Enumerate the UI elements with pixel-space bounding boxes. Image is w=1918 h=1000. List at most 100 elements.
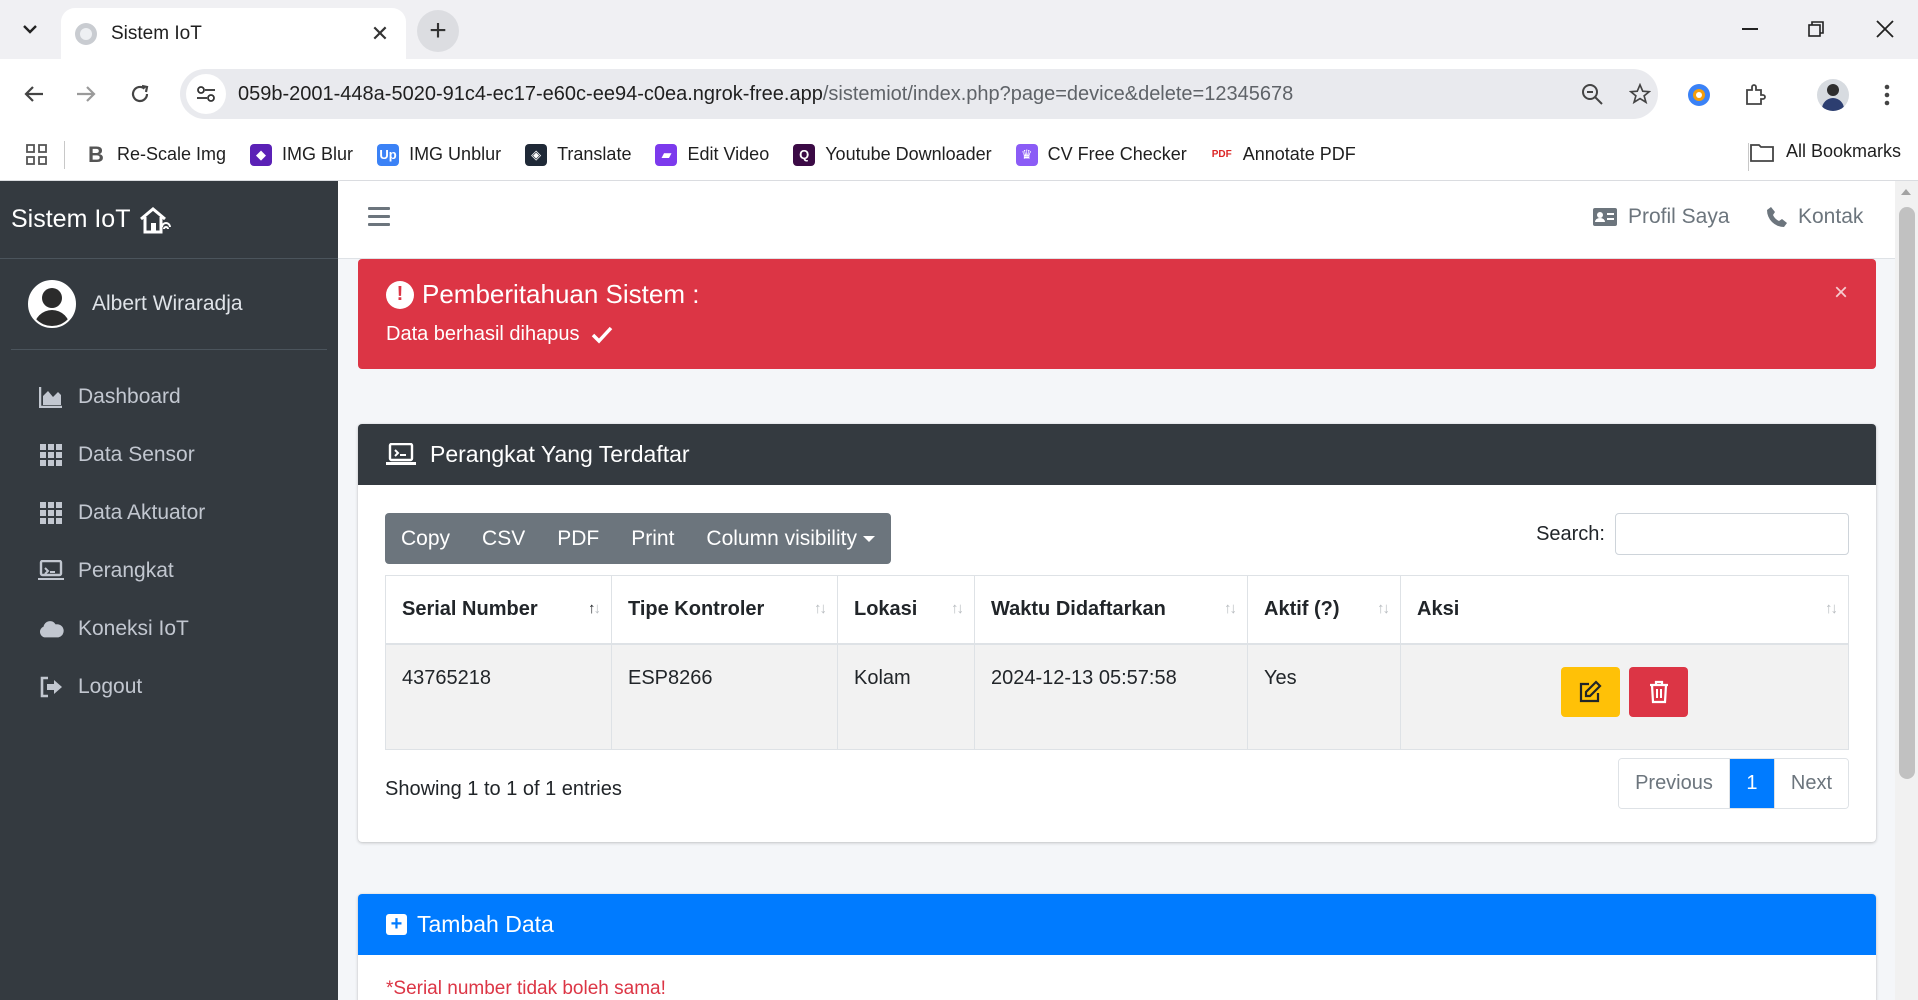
- column-header-lokasi[interactable]: Lokasi ↑↓: [837, 575, 975, 645]
- devices-card: Perangkat Yang Terdaftar Copy CSV PDF Pr…: [358, 424, 1876, 842]
- bookmark-item[interactable]: ◈ Translate: [525, 143, 631, 166]
- user-panel[interactable]: Albert Wiraradja: [11, 259, 327, 350]
- minimize-button[interactable]: [1720, 12, 1780, 46]
- sidebar-item-logout[interactable]: Logout: [0, 658, 338, 716]
- scroll-up-arrow-icon[interactable]: [1901, 189, 1911, 195]
- tab-close-button[interactable]: ✕: [368, 21, 392, 47]
- bookmark-item[interactable]: Up IMG Unblur: [377, 143, 501, 166]
- all-bookmarks-button[interactable]: All Bookmarks: [1750, 141, 1901, 162]
- contact-link[interactable]: Kontak: [1766, 205, 1863, 229]
- delete-button[interactable]: [1629, 666, 1689, 717]
- alert-message-text: Data berhasil dihapus: [386, 323, 580, 345]
- pdf-button[interactable]: PDF: [541, 513, 615, 564]
- new-tab-button[interactable]: +: [417, 10, 459, 52]
- csv-button[interactable]: CSV: [466, 513, 541, 564]
- pagination-page[interactable]: 1: [1728, 759, 1774, 808]
- sidebar-item-dashboard[interactable]: Dashboard: [0, 368, 338, 426]
- tab-search-button[interactable]: [14, 12, 46, 46]
- user-name: Albert Wiraradja: [92, 292, 243, 315]
- system-alert: ! Pemberitahuan Sistem : Data berhasil d…: [358, 259, 1876, 369]
- restore-button[interactable]: [1786, 12, 1846, 46]
- column-header-label: Aksi: [1417, 597, 1460, 620]
- pagination-next[interactable]: Next: [1773, 759, 1848, 808]
- alert-close-button[interactable]: ×: [1834, 279, 1848, 307]
- hamburger-menu-icon[interactable]: [368, 207, 390, 227]
- column-header-label: Tipe Kontroler: [628, 597, 765, 620]
- brand-link[interactable]: Sistem IoT: [0, 181, 338, 259]
- contact-link-label: Kontak: [1798, 205, 1864, 228]
- sidebar-item-label: Data Sensor: [78, 443, 195, 466]
- bookmark-item[interactable]: ◆ IMG Blur: [250, 143, 353, 166]
- profile-avatar[interactable]: [1814, 76, 1852, 114]
- reload-button[interactable]: [122, 76, 158, 112]
- browser-tab[interactable]: Sistem IoT ✕: [61, 8, 406, 59]
- pagination: Previous 1 Next: [1618, 758, 1849, 809]
- column-header-label: Waktu Didaftarkan: [991, 597, 1166, 620]
- bookmark-item[interactable]: B Re-Scale Img: [85, 142, 226, 167]
- kebab-menu-icon[interactable]: [1868, 76, 1906, 114]
- scroll-thumb[interactable]: [1899, 207, 1915, 779]
- page-scrollbar[interactable]: [1895, 181, 1918, 1000]
- edit-video-icon: ▰: [655, 143, 678, 166]
- cell-aksi: [1400, 643, 1849, 750]
- back-button[interactable]: [16, 76, 52, 112]
- forward-button[interactable]: [68, 76, 104, 112]
- column-header-aksi[interactable]: Aksi ↑↓: [1400, 575, 1849, 645]
- chevron-down-icon: [23, 24, 37, 34]
- extension-shield-icon[interactable]: [1680, 76, 1718, 114]
- sidebar-item-data-aktuator[interactable]: Data Aktuator: [0, 484, 338, 542]
- cell-waktu-didaftarkan: 2024-12-13 05:57:58: [974, 643, 1248, 750]
- address-bar[interactable]: 059b-2001-448a-5020-91c4-ec17-e60c-ee94-…: [180, 69, 1658, 119]
- site-settings-icon[interactable]: [186, 74, 226, 114]
- brand-title: Sistem IoT: [11, 205, 131, 233]
- chart-area-icon: [38, 384, 64, 410]
- sidebar-item-koneksi-iot[interactable]: Koneksi IoT: [0, 600, 338, 658]
- print-button[interactable]: Print: [615, 513, 690, 564]
- sidebar-item-label: Dashboard: [78, 385, 181, 408]
- laptop-icon: [38, 558, 64, 584]
- profile-link[interactable]: Profil Saya: [1592, 205, 1730, 229]
- bookmark-item[interactable]: ♛ CV Free Checker: [1015, 143, 1187, 166]
- bookmark-star-icon[interactable]: [1623, 77, 1657, 111]
- bookmark-item[interactable]: Q Youtube Downloader: [793, 143, 992, 166]
- apps-grid-icon[interactable]: [26, 143, 48, 166]
- column-header-waktu-didaftarkan[interactable]: Waktu Didaftarkan ↑↓: [974, 575, 1248, 645]
- search-input[interactable]: [1615, 513, 1849, 555]
- column-header-aktif[interactable]: Aktif (?) ↑↓: [1247, 575, 1401, 645]
- edit-button[interactable]: [1560, 666, 1620, 717]
- bookmarks-bar: B Re-Scale Img ◆ IMG Blur Up IMG Unblur ◈ Trans…: [0, 129, 1918, 181]
- add-data-card-title: Tambah Data: [417, 911, 554, 937]
- logout-icon: [38, 674, 64, 700]
- arrow-right-icon: [77, 86, 96, 102]
- column-header-label: Serial Number: [402, 597, 538, 620]
- search-label: Search:: [1536, 522, 1605, 545]
- extensions-puzzle-icon[interactable]: [1736, 76, 1774, 114]
- zoom-icon[interactable]: [1575, 77, 1609, 111]
- column-header-serial-number[interactable]: Serial Number ↑↓: [385, 575, 612, 645]
- main-content: Profil Saya Kontak ! Pemberitahuan Siste…: [338, 181, 1895, 1000]
- column-visibility-button[interactable]: Column visibility: [690, 513, 891, 564]
- restore-icon: [1808, 21, 1824, 37]
- sidebar-item-data-sensor[interactable]: Data Sensor: [0, 426, 338, 484]
- copy-button[interactable]: Copy: [385, 513, 466, 564]
- minimize-icon: [1742, 28, 1758, 30]
- devices-card-title: Perangkat Yang Terdaftar: [430, 441, 690, 467]
- bookmark-item[interactable]: ▰ Edit Video: [655, 143, 769, 166]
- sidebar-item-perangkat[interactable]: Perangkat: [0, 542, 338, 600]
- pagination-previous[interactable]: Previous: [1619, 759, 1729, 808]
- bookmark-item[interactable]: PDF Annotate PDF: [1211, 144, 1356, 166]
- trash-icon: [1649, 680, 1668, 703]
- img-blur-icon: ◆: [250, 143, 273, 166]
- arrow-left-icon: [24, 86, 43, 102]
- url-host: 059b-2001-448a-5020-91c4-ec17-e60c-ee94-…: [238, 82, 823, 105]
- sort-icon: ↑↓: [814, 600, 827, 617]
- devices-table: Serial Number ↑↓ Tipe Kontroler ↑↓ Lokasi ↑…: [385, 575, 1849, 750]
- laptop-code-icon: [386, 442, 416, 467]
- devices-card-header: Perangkat Yang Terdaftar: [358, 424, 1876, 485]
- sidebar-item-label: Perangkat: [78, 559, 174, 582]
- sidebar-item-label: Data Aktuator: [78, 501, 206, 524]
- column-header-tipe-kontroler[interactable]: Tipe Kontroler ↑↓: [611, 575, 838, 645]
- sort-icon: ↑↓: [951, 600, 964, 617]
- close-window-button[interactable]: [1855, 12, 1915, 46]
- bookmarks-divider: [64, 140, 65, 169]
